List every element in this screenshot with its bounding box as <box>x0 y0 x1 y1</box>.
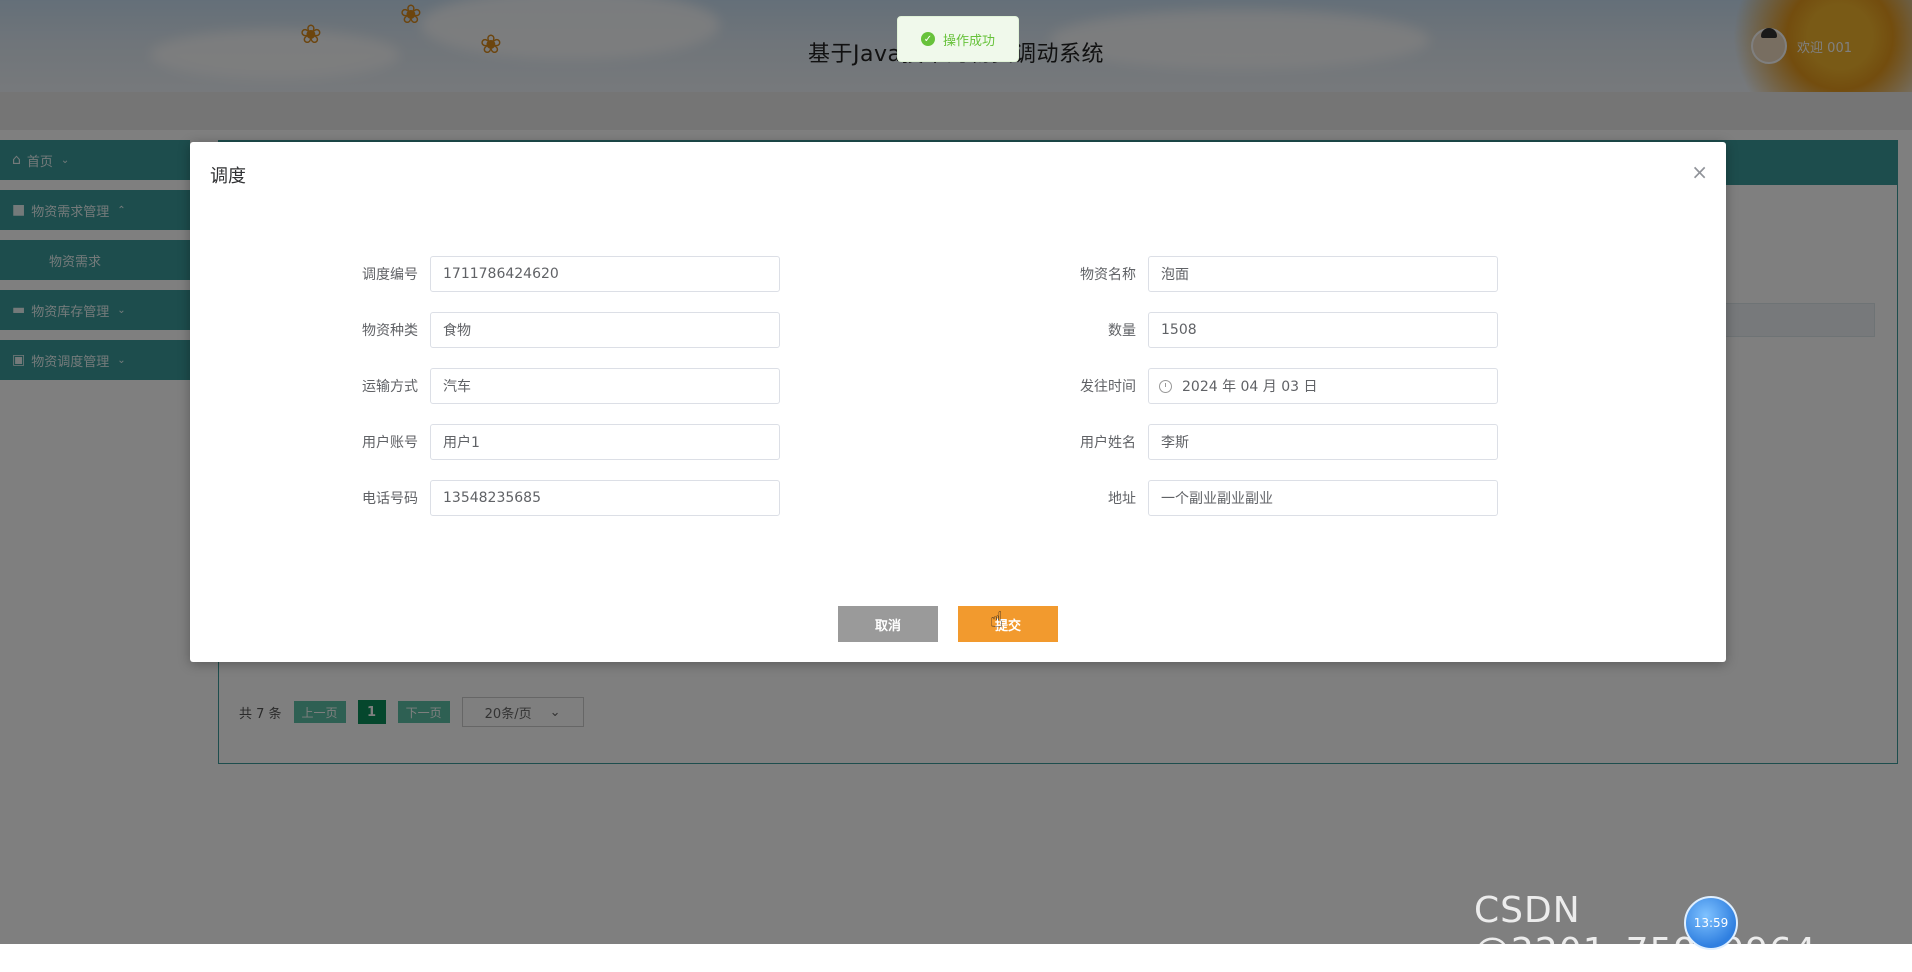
quantity-input[interactable] <box>1148 312 1498 348</box>
form-row-transport: 运输方式 <box>310 368 780 404</box>
category-input[interactable] <box>430 312 780 348</box>
material-name-field[interactable] <box>1159 265 1487 283</box>
cancel-button[interactable]: 取消 <box>838 606 938 642</box>
category-field[interactable] <box>441 321 769 339</box>
quantity-field[interactable] <box>1159 321 1487 339</box>
form-label: 物资种类 <box>362 323 418 339</box>
form-row-dispatch-no: 调度编号 <box>310 256 780 292</box>
form-row-category: 物资种类 <box>310 312 780 348</box>
submit-button[interactable]: 提交 <box>958 606 1058 642</box>
form-label: 运输方式 <box>362 379 418 395</box>
address-input[interactable] <box>1148 480 1498 516</box>
form-row-send-time: 发往时间 2024 年 04 月 03 日 <box>1028 368 1498 404</box>
dialog-title: 调度 <box>210 166 246 187</box>
form-row-phone: 电话号码 <box>310 480 780 516</box>
form-row-address: 地址 <box>1028 480 1498 516</box>
account-field[interactable] <box>441 433 769 451</box>
username-input[interactable] <box>1148 424 1498 460</box>
transport-field[interactable] <box>441 377 769 395</box>
toast-text: 操作成功 <box>942 33 995 49</box>
close-icon[interactable]: × <box>1691 160 1708 184</box>
form-label: 调度编号 <box>362 267 418 283</box>
check-circle-icon: ✓ <box>920 32 935 46</box>
form-label: 用户姓名 <box>1080 435 1136 451</box>
dispatch-dialog: 调度 × 调度编号 物资种类 运输方式 用户账号 电话号码 物资名称 数量 发往… <box>190 142 1726 662</box>
account-input[interactable] <box>430 424 780 460</box>
form-label: 发往时间 <box>1080 379 1136 395</box>
transport-input[interactable] <box>430 368 780 404</box>
form-label: 电话号码 <box>362 491 418 507</box>
phone-field[interactable] <box>441 489 769 507</box>
send-time-picker[interactable]: 2024 年 04 月 03 日 <box>1148 368 1498 404</box>
clock-badge: 13:59 <box>1684 896 1738 950</box>
send-time-value: 2024 年 04 月 03 日 <box>1182 379 1318 395</box>
material-name-input[interactable] <box>1148 256 1498 292</box>
dispatch-no-field[interactable] <box>441 265 769 283</box>
success-toast: ✓ 操作成功 <box>897 16 1019 62</box>
phone-input[interactable] <box>430 480 780 516</box>
hand-cursor-icon: ☝ <box>990 608 1004 633</box>
form-label: 地址 <box>1108 491 1136 507</box>
form-row-quantity: 数量 <box>1028 312 1498 348</box>
form-label: 用户账号 <box>362 435 418 451</box>
form-label: 数量 <box>1108 323 1136 339</box>
form-label: 物资名称 <box>1080 267 1136 283</box>
clock-icon <box>1159 379 1172 393</box>
form-row-username: 用户姓名 <box>1028 424 1498 460</box>
dispatch-no-input[interactable] <box>430 256 780 292</box>
form-row-material-name: 物资名称 <box>1028 256 1498 292</box>
username-field[interactable] <box>1159 433 1487 451</box>
address-field[interactable] <box>1159 489 1487 507</box>
form-row-account: 用户账号 <box>310 424 780 460</box>
